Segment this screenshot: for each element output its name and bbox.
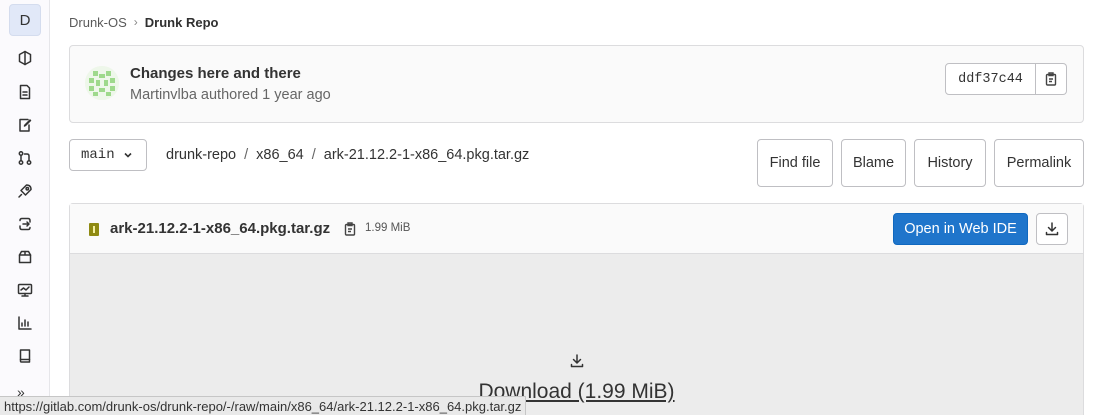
archive-file-icon bbox=[89, 223, 99, 236]
file-name: ark-21.12.2-1-x86_64.pkg.tar.gz bbox=[110, 220, 331, 237]
path-separator: / bbox=[244, 147, 249, 163]
commit-sha-group: ddf37c44 bbox=[945, 63, 1067, 95]
repository-icon[interactable] bbox=[15, 82, 35, 102]
file-path-breadcrumb: drunk-repo / x86_64 / ark-21.12.2-1-x86_… bbox=[166, 147, 529, 163]
left-sidebar: D » bbox=[0, 0, 50, 415]
packages-icon[interactable] bbox=[15, 247, 35, 267]
cicd-icon[interactable] bbox=[15, 181, 35, 201]
file-header: ark-21.12.2-1-x86_64.pkg.tar.gz 1.99 MiB… bbox=[70, 204, 1083, 254]
chevron-down-icon bbox=[124, 152, 132, 158]
last-commit-panel: Changes here and there Martinvlba author… bbox=[69, 45, 1084, 123]
path-dir-link[interactable]: x86_64 bbox=[256, 147, 304, 163]
path-separator: / bbox=[311, 147, 316, 163]
project-overview-icon[interactable] bbox=[15, 48, 35, 68]
file-size: 1.99 MiB bbox=[365, 222, 411, 234]
download-button[interactable] bbox=[1036, 213, 1068, 245]
file-content-area: Download (1.99 MiB) bbox=[70, 254, 1083, 415]
open-in-web-ide-button[interactable]: Open in Web IDE bbox=[893, 213, 1028, 245]
chevron-right-icon: › bbox=[133, 15, 138, 29]
commit-author-meta: Martinvlba authored 1 year ago bbox=[130, 87, 331, 103]
issues-icon[interactable] bbox=[15, 115, 35, 135]
wiki-icon[interactable] bbox=[15, 346, 35, 366]
monitor-icon[interactable] bbox=[15, 280, 35, 300]
file-viewer: ark-21.12.2-1-x86_64.pkg.tar.gz 1.99 MiB… bbox=[69, 203, 1084, 415]
branch-selector[interactable]: main bbox=[69, 139, 147, 171]
deployments-icon[interactable] bbox=[15, 214, 35, 234]
copy-file-path-button[interactable] bbox=[342, 221, 358, 237]
download-icon[interactable] bbox=[568, 352, 586, 370]
branch-name: main bbox=[81, 147, 115, 163]
copy-icon bbox=[1045, 72, 1057, 86]
status-bar-url: https://gitlab.com/drunk-os/drunk-repo/-… bbox=[0, 396, 527, 415]
history-button[interactable]: History bbox=[914, 139, 986, 187]
commit-sha[interactable]: ddf37c44 bbox=[945, 63, 1036, 95]
blame-button[interactable]: Blame bbox=[841, 139, 906, 187]
commit-title-link[interactable]: Changes here and there bbox=[130, 65, 301, 82]
author-avatar[interactable] bbox=[85, 66, 119, 100]
copy-sha-button[interactable] bbox=[1036, 63, 1067, 95]
analytics-icon[interactable] bbox=[15, 313, 35, 333]
download-icon bbox=[1045, 222, 1059, 236]
copy-icon bbox=[344, 222, 356, 236]
breadcrumb: Drunk-OS › Drunk Repo bbox=[69, 13, 218, 31]
permalink-button[interactable]: Permalink bbox=[994, 139, 1084, 187]
path-repo-link[interactable]: drunk-repo bbox=[166, 147, 236, 163]
breadcrumb-project-link[interactable]: Drunk Repo bbox=[145, 15, 219, 30]
path-file-link[interactable]: ark-21.12.2-1-x86_64.pkg.tar.gz bbox=[324, 147, 530, 163]
project-avatar[interactable]: D bbox=[9, 4, 41, 36]
merge-requests-icon[interactable] bbox=[15, 148, 35, 168]
breadcrumb-group-link[interactable]: Drunk-OS bbox=[69, 15, 127, 30]
find-file-button[interactable]: Find file bbox=[757, 139, 833, 187]
